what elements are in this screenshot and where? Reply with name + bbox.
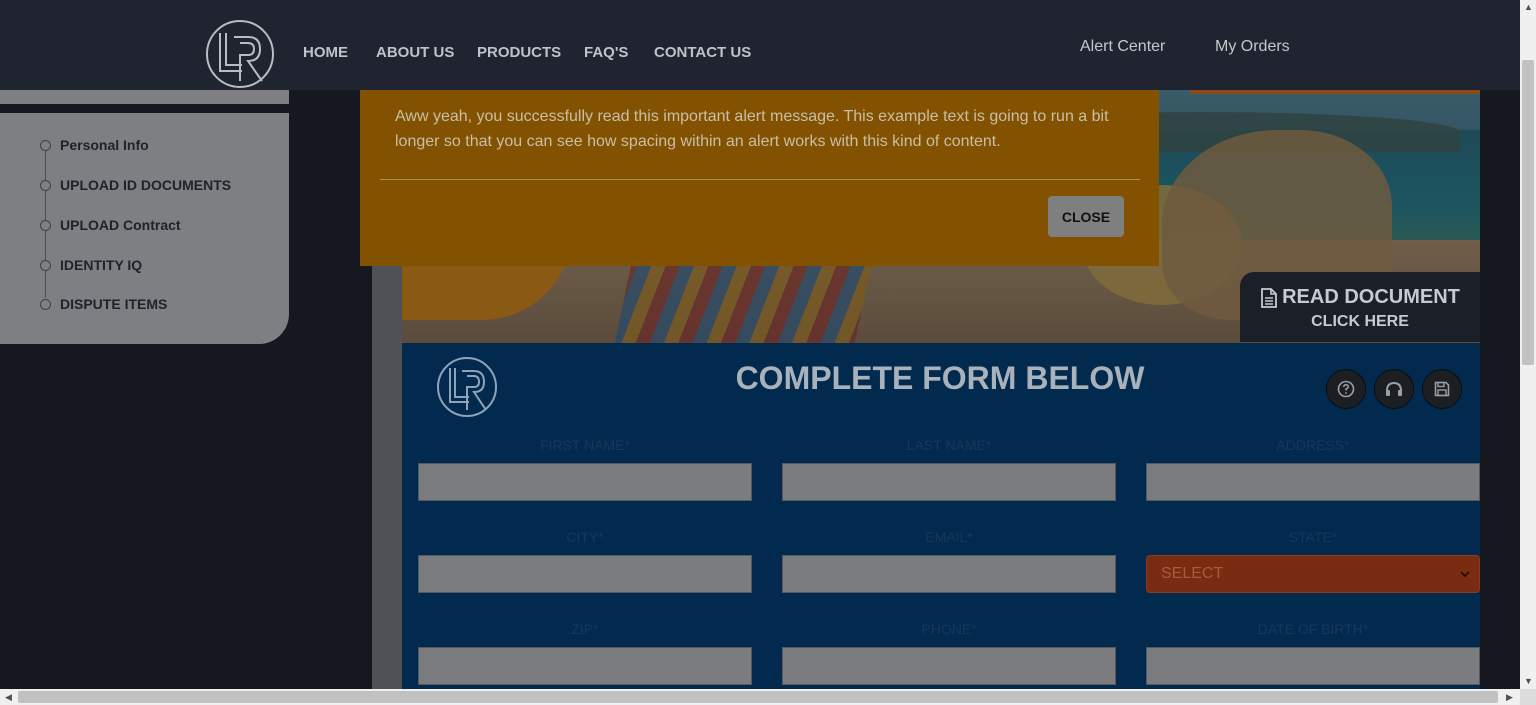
- phone-input[interactable]: [782, 647, 1116, 685]
- step-upload-id-documents[interactable]: UPLOAD ID DOCUMENTS: [40, 177, 231, 193]
- step-circle-icon: [40, 139, 51, 151]
- date-of-birth-label: DATE OF BIRTH*: [1257, 621, 1369, 637]
- nav-about-us[interactable]: ABOUT US: [376, 44, 454, 61]
- form-title: COMPLETE FORM BELOW: [735, 360, 1145, 396]
- step-circle-icon: [40, 219, 51, 231]
- step-label: UPLOAD ID DOCUMENTS: [60, 177, 232, 193]
- read-document-button[interactable]: READ DOCUMENT CLICK HERE: [1240, 272, 1480, 342]
- save-button[interactable]: [1422, 369, 1462, 409]
- email-label: EMAIL*: [925, 529, 973, 545]
- state-select-value: SELECT: [1161, 565, 1224, 582]
- hero-accent-bar: [1190, 90, 1480, 94]
- help-icon: [1337, 380, 1355, 398]
- last-name-input[interactable]: [782, 463, 1116, 501]
- read-document-subtitle: CLICK HERE: [1311, 313, 1409, 330]
- scrollbar-corner: [1520, 689, 1536, 705]
- sidebar-top-strip: [0, 90, 289, 104]
- step-upload-contract[interactable]: UPLOAD Contract: [40, 217, 181, 233]
- step-label: UPLOAD Contract: [60, 217, 181, 233]
- nav-my-orders[interactable]: My Orders: [1215, 38, 1290, 56]
- step-circle-icon: [40, 259, 51, 271]
- alert-modal: Aww yeah, you successfully read this imp…: [360, 90, 1159, 266]
- scroll-right-arrow-icon[interactable]: ▶: [1506, 692, 1513, 702]
- step-circle-icon: [40, 298, 51, 310]
- reset-button[interactable]: [1374, 369, 1414, 409]
- top-navbar: HOME ABOUT US PRODUCTS FAQ'S CONTACT US …: [0, 0, 1520, 90]
- save-icon: [1434, 381, 1450, 397]
- state-select[interactable]: SELECT: [1146, 555, 1480, 593]
- nav-alert-center[interactable]: Alert Center: [1080, 38, 1165, 56]
- lr-form-logo: [437, 357, 497, 417]
- step-label: Personal Info: [60, 137, 149, 153]
- document-icon: [1261, 287, 1278, 308]
- scroll-down-arrow-icon[interactable]: ▼: [1524, 676, 1533, 686]
- alert-divider: [380, 179, 1140, 180]
- nav-faqs[interactable]: FAQ'S: [584, 44, 628, 61]
- nav-contact-us[interactable]: CONTACT US: [654, 44, 751, 61]
- city-input[interactable]: [418, 555, 752, 593]
- reset-icon: [1386, 381, 1402, 396]
- step-identity-iq[interactable]: IDENTITY IQ: [40, 257, 142, 273]
- step-label: DISPUTE ITEMS: [60, 296, 168, 312]
- step-circle-icon: [40, 179, 51, 191]
- first-name-input[interactable]: [418, 463, 752, 501]
- state-label: STATE*: [1288, 529, 1338, 545]
- phone-label: PHONE*: [921, 621, 977, 637]
- read-document-title: READ DOCUMENT: [1282, 286, 1460, 308]
- help-button[interactable]: [1326, 369, 1366, 409]
- alert-message: Aww yeah, you successfully read this imp…: [395, 108, 1109, 150]
- step-personal-info[interactable]: Personal Info: [40, 137, 149, 153]
- nav-products[interactable]: PRODUCTS: [477, 44, 561, 61]
- first-name-label: FIRST NAME*: [540, 437, 630, 453]
- nav-home[interactable]: HOME: [303, 44, 348, 61]
- city-label: CITY*: [566, 529, 604, 545]
- scroll-up-arrow-icon[interactable]: ▲: [1524, 2, 1533, 12]
- chevron-down-icon: [1460, 571, 1470, 578]
- step-dispute-items[interactable]: DISPUTE ITEMS: [40, 296, 167, 312]
- horizontal-scrollbar-thumb[interactable]: [18, 691, 1498, 703]
- zip-input[interactable]: [418, 647, 752, 685]
- address-input[interactable]: [1146, 463, 1480, 501]
- step-label: IDENTITY IQ: [60, 257, 143, 273]
- scroll-left-arrow-icon[interactable]: ◀: [5, 692, 12, 702]
- close-button[interactable]: CLOSE: [1048, 196, 1124, 237]
- zip-label: ZIP*: [571, 621, 599, 637]
- email-input[interactable]: [782, 555, 1116, 593]
- date-of-birth-input[interactable]: [1146, 647, 1480, 685]
- last-name-label: LAST NAME*: [906, 437, 992, 453]
- vertical-scrollbar-thumb[interactable]: [1522, 60, 1534, 365]
- address-label: ADDRESS*: [1276, 437, 1350, 453]
- lr-logo[interactable]: [204, 19, 276, 91]
